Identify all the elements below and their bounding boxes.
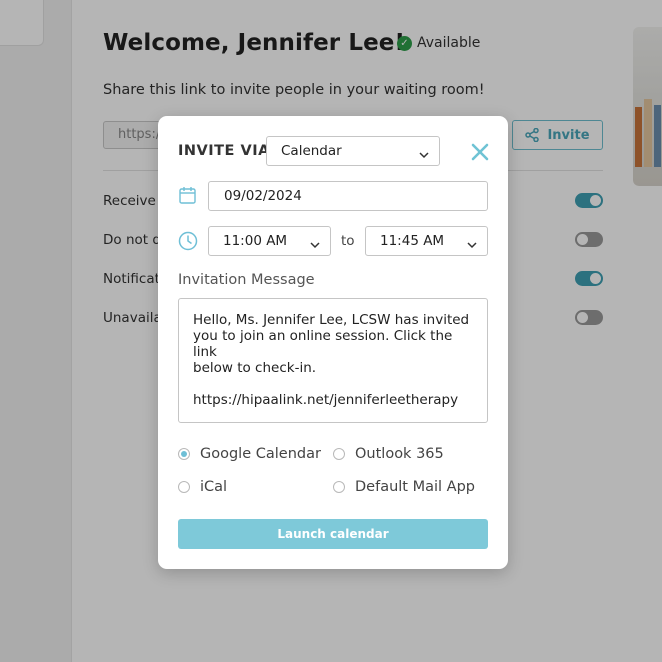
message-line: below to check-in. — [193, 360, 317, 376]
radio-unchecked-icon — [178, 481, 190, 493]
start-time-select[interactable]: 11:00 AM — [208, 226, 331, 256]
message-textarea[interactable]: Hello, Ms. Jennifer Lee, LCSW has invite… — [178, 298, 488, 423]
message-label: Invitation Message — [178, 272, 315, 288]
option-label: Outlook 365 — [355, 446, 444, 462]
clock-icon — [178, 231, 198, 255]
calendar-icon — [179, 186, 196, 208]
option-label: iCal — [200, 479, 228, 495]
chevron-down-icon — [310, 237, 320, 253]
message-link: https://hipaalink.net/jenniferleetherapy — [193, 392, 459, 408]
radio-unchecked-icon — [333, 448, 345, 460]
launch-calendar-button[interactable]: Launch calendar — [178, 519, 488, 549]
chevron-down-icon — [419, 147, 429, 163]
radio-unchecked-icon — [333, 481, 345, 493]
to-label: to — [341, 233, 355, 249]
start-time-value: 11:00 AM — [223, 233, 288, 249]
end-time-select[interactable]: 11:45 AM — [365, 226, 488, 256]
message-line: you to join an online session. Click the… — [193, 328, 453, 360]
option-label: Default Mail App — [355, 479, 475, 495]
invite-via-select[interactable]: Calendar — [266, 136, 440, 166]
option-google-calendar[interactable]: Google Calendar — [178, 446, 321, 462]
message-line: Hello, Ms. Jennifer Lee, LCSW has invite… — [193, 312, 470, 328]
date-field[interactable]: 09/02/2024 — [208, 181, 488, 211]
option-outlook-365[interactable]: Outlook 365 — [333, 446, 444, 462]
close-icon[interactable] — [470, 142, 490, 162]
option-ical[interactable]: iCal — [178, 479, 227, 495]
option-default-mail-app[interactable]: Default Mail App — [333, 479, 475, 495]
invite-modal: INVITE VIA Calendar 09/02/2024 11:00 AM — [158, 116, 508, 569]
invite-via-value: Calendar — [281, 143, 342, 159]
radio-checked-icon — [178, 448, 190, 460]
option-label: Google Calendar — [200, 446, 321, 462]
chevron-down-icon — [467, 237, 477, 253]
end-time-value: 11:45 AM — [380, 233, 445, 249]
modal-title: INVITE VIA — [178, 143, 270, 159]
